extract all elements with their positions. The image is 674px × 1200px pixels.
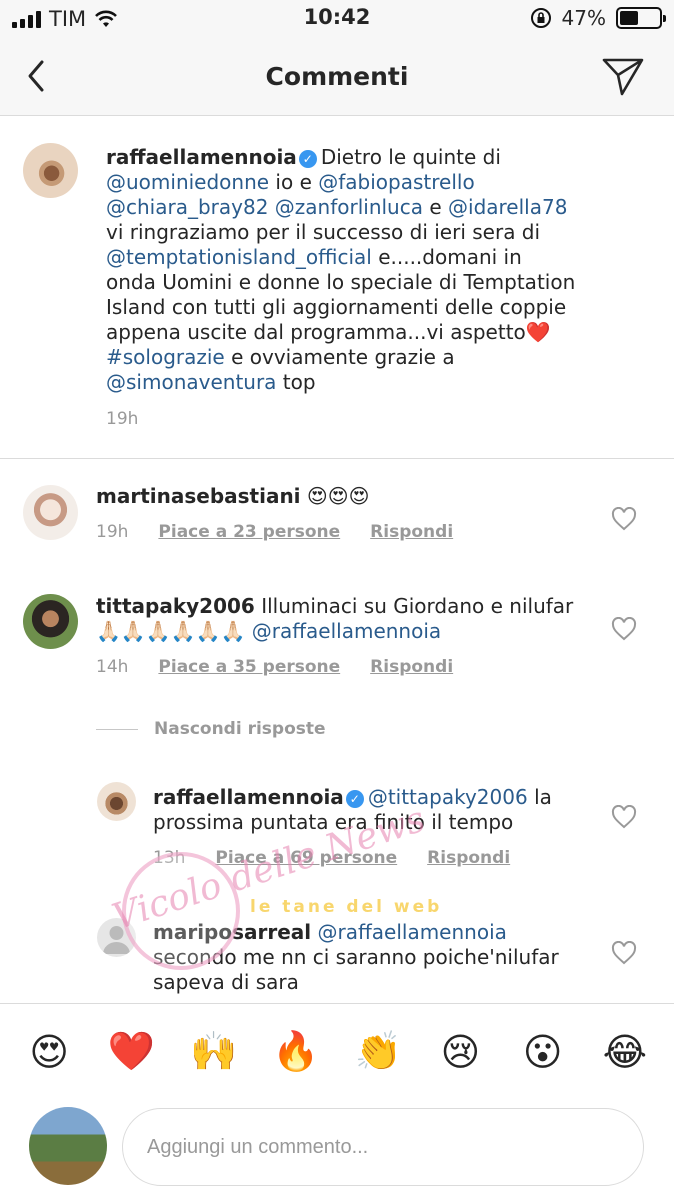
reply-username[interactable]: raffaellamennoia [153, 785, 344, 809]
hide-replies-label: Nascondi risposte [154, 719, 326, 739]
comment-time: 19h [96, 522, 129, 542]
page-title: Commenti [265, 62, 409, 91]
caption-segment: e [422, 195, 449, 219]
emoji-surprised[interactable]: 😮 [513, 1030, 573, 1074]
emoji-heart-eyes[interactable]: 😍 [19, 1030, 79, 1074]
caption-username[interactable]: raffaellamennoia [106, 145, 297, 169]
comment-body: 😍😍😍 [306, 484, 370, 508]
emoji-clapping[interactable]: 👏 [348, 1029, 408, 1074]
verified-badge-icon: ✓ [345, 790, 364, 808]
heart-icon[interactable] [611, 507, 637, 531]
post-caption: raffaellamennoia ✓ Dietro le quinte di @uo… [106, 145, 576, 395]
reply-button[interactable]: Rispondi [370, 657, 453, 677]
caption-segment: io e [269, 170, 319, 194]
caption-segment: vi ringraziamo per il successo di ieri s… [106, 220, 541, 244]
comment-text: martinasebastiani 😍😍😍 [96, 484, 576, 509]
emoji-laughing[interactable]: 😂 [595, 1030, 655, 1074]
emoji-crying[interactable]: 😢 [430, 1030, 490, 1074]
comment-username[interactable]: martinasebastiani [96, 484, 301, 508]
avatar[interactable] [23, 485, 78, 540]
likes-link[interactable]: Piace a 35 persone [158, 657, 340, 677]
comment-username[interactable]: tittapaky2006 [96, 594, 255, 618]
mention-link[interactable]: @tittapaky2006 [368, 785, 528, 809]
status-bar: TIM 10:42 47% [0, 0, 674, 38]
verified-badge-icon: ✓ [298, 150, 317, 168]
battery-fill [620, 11, 638, 25]
avatar[interactable] [97, 782, 136, 821]
avatar[interactable] [23, 143, 78, 198]
caption-link[interactable]: @zanforlinluca [275, 195, 423, 219]
caption-meta: 19h [106, 409, 138, 429]
comment-text: tittapaky2006 Illuminaci su Giordano e n… [96, 594, 586, 644]
caption-link[interactable]: @fabiopastrello [318, 170, 474, 194]
reply-button[interactable]: Rispondi [370, 522, 453, 542]
heart-icon[interactable] [611, 805, 637, 829]
header: Commenti [0, 38, 674, 116]
heart-icon[interactable] [611, 941, 637, 965]
direct-send-icon[interactable] [600, 54, 646, 98]
heart-icon[interactable] [611, 617, 637, 641]
caption-text: Dietro le quinte di @uominiedonne io e @… [106, 145, 575, 394]
caption-link[interactable]: @uominiedonne [106, 170, 269, 194]
orientation-lock-icon [530, 8, 551, 28]
comment-time: 14h [96, 657, 129, 677]
comment-input-wrapper [122, 1108, 644, 1186]
caption-time: 19h [106, 409, 139, 429]
reply-button[interactable]: Rispondi [427, 848, 510, 868]
my-avatar [29, 1107, 107, 1185]
mention-link[interactable]: @raffaellamennoia [252, 619, 441, 643]
caption-segment: top [276, 370, 316, 394]
caption-segment: e ovviamente grazie a [224, 345, 455, 369]
caption-link[interactable]: @simonaventura [106, 370, 276, 394]
caption-link[interactable]: #solograzie [106, 345, 225, 369]
comment-meta: 19h Piace a 23 persone Rispondi [96, 522, 453, 542]
emoji-red-heart[interactable]: ❤️ [101, 1029, 161, 1074]
mention-link[interactable]: @raffaellamennoia [318, 920, 507, 944]
battery-percent: 47% [561, 6, 606, 30]
caption-segment: Dietro le quinte di [320, 145, 501, 169]
divider [0, 458, 674, 459]
caption-link[interactable]: @idarella78 [448, 195, 567, 219]
avatar[interactable] [23, 594, 78, 649]
hide-replies-button[interactable]: Nascondi risposte [96, 719, 326, 739]
battery-icon [616, 7, 666, 29]
caption-link[interactable]: @temptationisland_official [106, 245, 372, 269]
divider-line [96, 728, 138, 730]
comment-input[interactable] [123, 1109, 643, 1185]
likes-link[interactable]: Piace a 23 persone [158, 522, 340, 542]
caption-link[interactable]: @chiara_bray82 [106, 195, 268, 219]
status-right: 47% [530, 6, 666, 30]
emoji-fire[interactable]: 🔥 [266, 1029, 326, 1074]
watermark-caption: le tane del web [250, 897, 443, 917]
comment-meta: 14h Piace a 35 persone Rispondi [96, 657, 453, 677]
emoji-raised-hands[interactable]: 🙌 [184, 1029, 244, 1074]
emoji-bar: 😍 ❤️ 🙌 🔥 👏 😢 😮 😂 [0, 1003, 674, 1099]
